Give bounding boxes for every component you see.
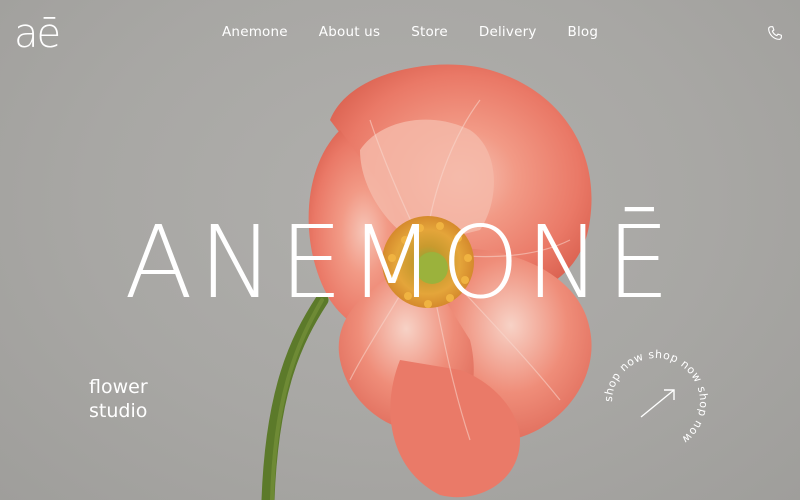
svg-text:shop now shop now shop now: shop now shop now shop now [602, 348, 710, 446]
phone-icon[interactable] [766, 24, 784, 42]
tagline-line-2: studio [89, 400, 148, 422]
main-nav: Anemone About us Store Delivery Blog [222, 24, 598, 40]
hero-tagline: flower studio [89, 375, 148, 423]
shop-now-badge[interactable]: shop now shop now shop now [598, 344, 714, 460]
hero-title: ANEMONĒ [124, 204, 676, 321]
arrow-up-right-icon [640, 389, 675, 418]
nav-item-anemone[interactable]: Anemone [222, 24, 288, 40]
nav-item-delivery[interactable]: Delivery [479, 24, 537, 40]
brand-logo[interactable]: aē [14, 14, 61, 54]
shop-now-circle-text: shop now shop now shop now [602, 348, 710, 446]
hero-section: aē Anemone About us Store Delivery Blog … [0, 0, 800, 500]
nav-item-blog[interactable]: Blog [568, 24, 599, 40]
nav-item-store[interactable]: Store [411, 24, 448, 40]
nav-item-about-us[interactable]: About us [319, 24, 380, 40]
tagline-line-1: flower [89, 376, 148, 398]
